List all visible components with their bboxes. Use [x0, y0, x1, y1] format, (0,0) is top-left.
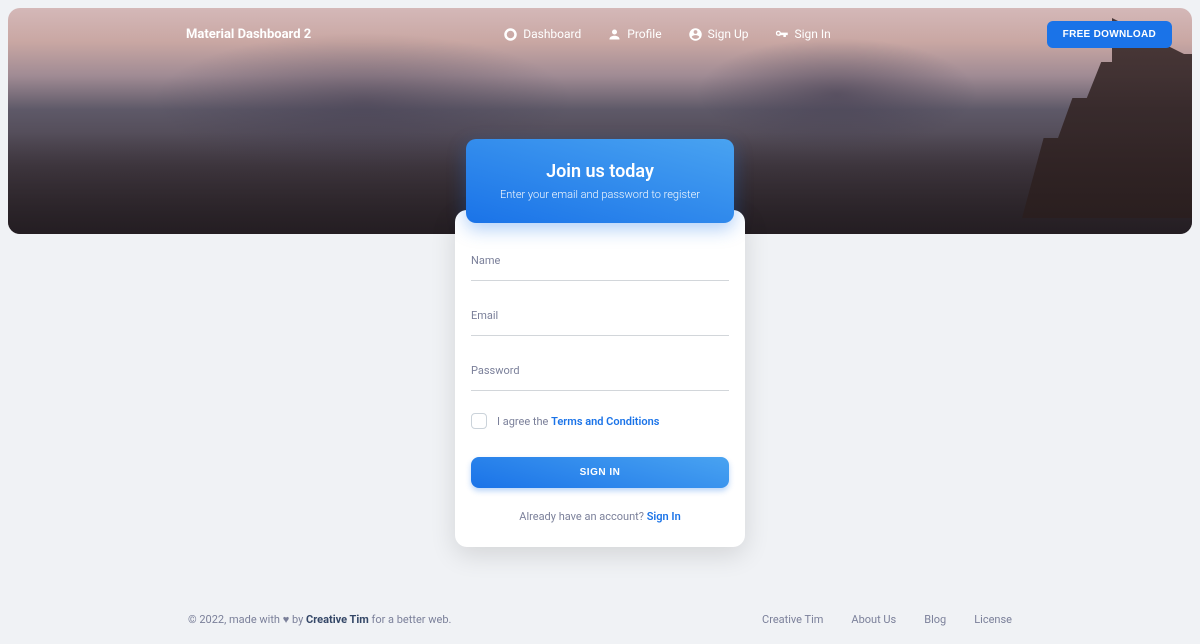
footer-author[interactable]: Creative Tim	[306, 613, 369, 626]
top-navbar: Material Dashboard 2 Dashboard Profile S…	[8, 8, 1192, 60]
account-circle-icon	[688, 27, 703, 42]
footer-link-blog[interactable]: Blog	[924, 613, 946, 626]
footer: © 2022, made with ♥ by Creative Tim for …	[0, 613, 1200, 626]
signin-link[interactable]: Sign In	[647, 510, 681, 523]
footer-links: Creative Tim About Us Blog License	[762, 613, 1012, 626]
submit-button[interactable]: SIGN IN	[471, 457, 729, 488]
nav-dashboard-label: Dashboard	[523, 27, 581, 41]
email-input[interactable]	[471, 311, 729, 336]
email-field-wrapper: Email	[471, 311, 729, 336]
footer-link-creative-tim[interactable]: Creative Tim	[762, 613, 823, 626]
nav-profile[interactable]: Profile	[607, 27, 661, 42]
nav-profile-label: Profile	[627, 27, 661, 41]
password-input[interactable]	[471, 366, 729, 391]
nav-signin[interactable]: Sign In	[774, 27, 830, 42]
key-icon	[774, 27, 789, 42]
terms-text: I agree the Terms and Conditions	[497, 415, 659, 428]
nav-links: Dashboard Profile Sign Up Sign In	[503, 27, 831, 42]
signup-card-header: Join us today Enter your email and passw…	[466, 139, 734, 223]
nav-signup-label: Sign Up	[708, 27, 749, 41]
person-icon	[607, 27, 622, 42]
card-subtitle: Enter your email and password to registe…	[500, 188, 700, 201]
footer-link-license[interactable]: License	[974, 613, 1012, 626]
terms-link[interactable]: Terms and Conditions	[551, 415, 659, 428]
terms-row: I agree the Terms and Conditions	[471, 413, 729, 429]
free-download-button[interactable]: FREE DOWNLOAD	[1047, 21, 1172, 48]
donut-icon	[503, 27, 518, 42]
nav-signup[interactable]: Sign Up	[688, 27, 749, 42]
name-input[interactable]	[471, 256, 729, 281]
password-field-wrapper: Password	[471, 366, 729, 391]
signup-card: Name Email Password I agree the Terms an…	[455, 210, 745, 547]
card-title: Join us today	[546, 161, 654, 182]
footer-copyright: © 2022, made with ♥ by Creative Tim for …	[188, 613, 451, 626]
name-field-wrapper: Name	[471, 256, 729, 281]
nav-signin-label: Sign In	[794, 27, 830, 41]
already-account-row: Already have an account? Sign In	[471, 510, 729, 523]
footer-link-about[interactable]: About Us	[851, 613, 896, 626]
terms-checkbox[interactable]	[471, 413, 487, 429]
nav-dashboard[interactable]: Dashboard	[503, 27, 581, 42]
brand-title[interactable]: Material Dashboard 2	[186, 27, 311, 42]
